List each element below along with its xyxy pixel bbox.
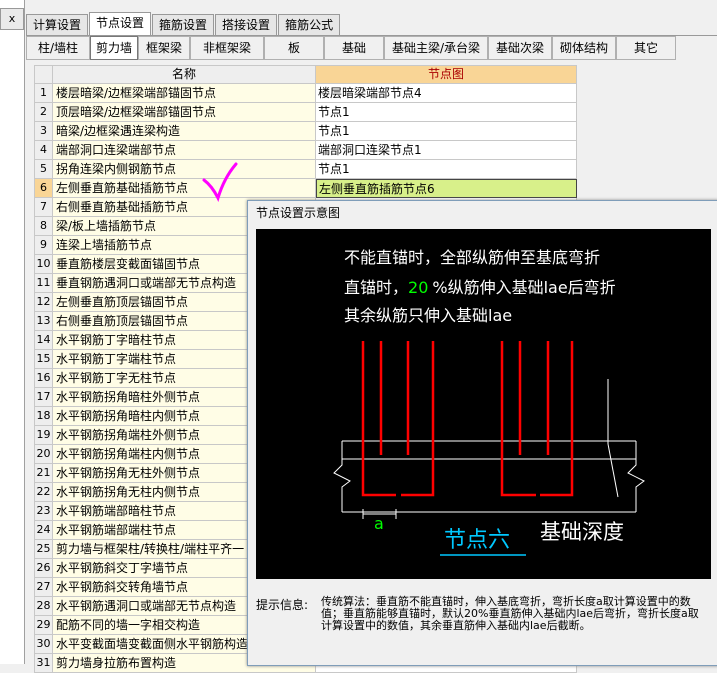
top-tab-bar: 计算设置 节点设置 箍筋设置 搭接设置 箍筋公式 (26, 12, 341, 35)
table-header: 名称 节点图 (34, 65, 577, 84)
row-index: 13 (34, 312, 53, 331)
row-index: 20 (34, 445, 53, 464)
left-panel-tab[interactable]: x (0, 8, 24, 30)
row-index: 26 (34, 559, 53, 578)
subtab-other[interactable]: 其它 (616, 36, 676, 60)
row-index: 21 (34, 464, 53, 483)
row-name: 左侧垂直筋基础插筋节点 (53, 179, 316, 198)
row-index: 2 (34, 103, 53, 122)
tab-node-settings[interactable]: 节点设置 (89, 12, 152, 35)
row-index: 18 (34, 407, 53, 426)
subtab-masonry[interactable]: 砌体结构 (552, 36, 616, 60)
node-diagram-popup: 节点设置示意图 不能直锚时，全部纵筋伸至基底弯折 直锚时，20 %纵筋伸入基础la… (247, 200, 717, 666)
row-index: 6 (34, 179, 53, 198)
subtab-foundation[interactable]: 基础 (324, 36, 384, 60)
row-index: 5 (34, 160, 53, 179)
table-row[interactable]: 4 端部洞口连梁端部节点 端部洞口连梁节点1 (34, 141, 577, 160)
row-name: 端部洞口连梁端部节点 (53, 141, 316, 160)
diagram-text-line3: 其余纵筋只伸入基础lae (344, 306, 512, 325)
row-index: 22 (34, 483, 53, 502)
row-node-value[interactable]: 节点1 (316, 160, 577, 179)
row-node-value[interactable]: 节点1 (316, 122, 577, 141)
row-index: 11 (34, 274, 53, 293)
dimension-label-a: a (374, 514, 384, 533)
popup-title: 节点设置示意图 (248, 201, 717, 225)
subtab-column[interactable]: 柱/墙柱 (26, 36, 90, 60)
subtab-foundation-secondary-beam[interactable]: 基础次梁 (488, 36, 552, 60)
hint-text: 传统算法：垂直筋不能直锚时，伸入基底弯折，弯折长度a取计算设置中的数值；垂直筋能… (321, 595, 699, 632)
row-node-value[interactable]: 端部洞口连梁节点1 (316, 141, 577, 160)
sub-tab-bar: 柱/墙柱 剪力墙 框架梁 非框架梁 板 基础 基础主梁/承台梁 基础次梁 砌体结… (26, 36, 676, 60)
row-name: 暗梁/边框梁遇连梁构造 (53, 122, 316, 141)
row-name: 楼层暗梁/边框梁端部锚固节点 (53, 84, 316, 103)
tab-calc-settings[interactable]: 计算设置 (26, 14, 89, 35)
row-index: 1 (34, 84, 53, 103)
subtab-foundation-main-beam[interactable]: 基础主梁/承台梁 (384, 36, 488, 60)
table-row[interactable]: 3 暗梁/边框梁遇连梁构造 节点1 (34, 122, 577, 141)
tab-stirrup-settings[interactable]: 箍筋设置 (152, 14, 215, 35)
subtab-slab[interactable]: 板 (264, 36, 324, 60)
row-index: 19 (34, 426, 53, 445)
row-node-value[interactable]: 楼层暗梁端部节点4 (316, 84, 577, 103)
header-node: 节点图 (316, 65, 577, 84)
diagram-text-line1: 不能直锚时，全部纵筋伸至基底弯折 (344, 248, 600, 267)
row-index: 14 (34, 331, 53, 350)
row-index: 12 (34, 293, 53, 312)
left-panel: x (0, 0, 25, 664)
subtab-nonframe-beam[interactable]: 非框架梁 (190, 36, 264, 60)
row-index: 25 (34, 540, 53, 559)
row-index: 28 (34, 597, 53, 616)
row-index: 10 (34, 255, 53, 274)
diagram-canvas: 不能直锚时，全部纵筋伸至基底弯折 直锚时，20 %纵筋伸入基础lae后弯折 其余纵… (256, 229, 711, 579)
header-index (34, 65, 53, 84)
check-mark-icon (202, 162, 238, 202)
row-index: 3 (34, 122, 53, 141)
tab-stirrup-formula[interactable]: 箍筋公式 (278, 14, 341, 35)
hint-label: 提示信息: (256, 598, 309, 612)
row-index: 17 (34, 388, 53, 407)
table-row[interactable]: 5 拐角连梁内侧钢筋节点 节点1 (34, 160, 577, 179)
table-row[interactable]: 1 楼层暗梁/边框梁端部锚固节点 楼层暗梁端部节点4 (34, 84, 577, 103)
row-index: 29 (34, 616, 53, 635)
row-index: 4 (34, 141, 53, 160)
diagram-text-line2: 直锚时，20 %纵筋伸入基础lae后弯折 (344, 278, 616, 297)
rebar-diagram: 不能直锚时，全部纵筋伸至基底弯折 直锚时，20 %纵筋伸入基础lae后弯折 其余纵… (333, 248, 645, 556)
row-node-value[interactable]: 节点1 (316, 103, 577, 122)
row-index: 24 (34, 521, 53, 540)
tab-lap-settings[interactable]: 搭接设置 (215, 14, 278, 35)
subtab-frame-beam[interactable]: 框架梁 (138, 36, 190, 60)
rebars (361, 341, 574, 497)
row-index: 27 (34, 578, 53, 597)
row-index: 30 (34, 635, 53, 654)
row-index: 15 (34, 350, 53, 369)
header-name: 名称 (53, 65, 316, 84)
row-name: 顶层暗梁/边框梁端部锚固节点 (53, 103, 316, 122)
row-index: 7 (34, 198, 53, 217)
table-row[interactable]: 6 左侧垂直筋基础插筋节点 左侧垂直筋插筋节点6 (34, 179, 577, 198)
row-index: 8 (34, 217, 53, 236)
table-row[interactable]: 2 顶层暗梁/边框梁端部锚固节点 节点1 (34, 103, 577, 122)
row-index: 16 (34, 369, 53, 388)
foundation-depth-label: 基础深度 (540, 520, 624, 544)
row-index: 9 (34, 236, 53, 255)
subtab-shear-wall[interactable]: 剪力墙 (90, 36, 138, 60)
node-name-label: 节点六 (444, 528, 510, 553)
row-index: 23 (34, 502, 53, 521)
row-node-value[interactable]: 左侧垂直筋插筋节点6 (316, 179, 577, 198)
row-name: 拐角连梁内侧钢筋节点 (53, 160, 316, 179)
